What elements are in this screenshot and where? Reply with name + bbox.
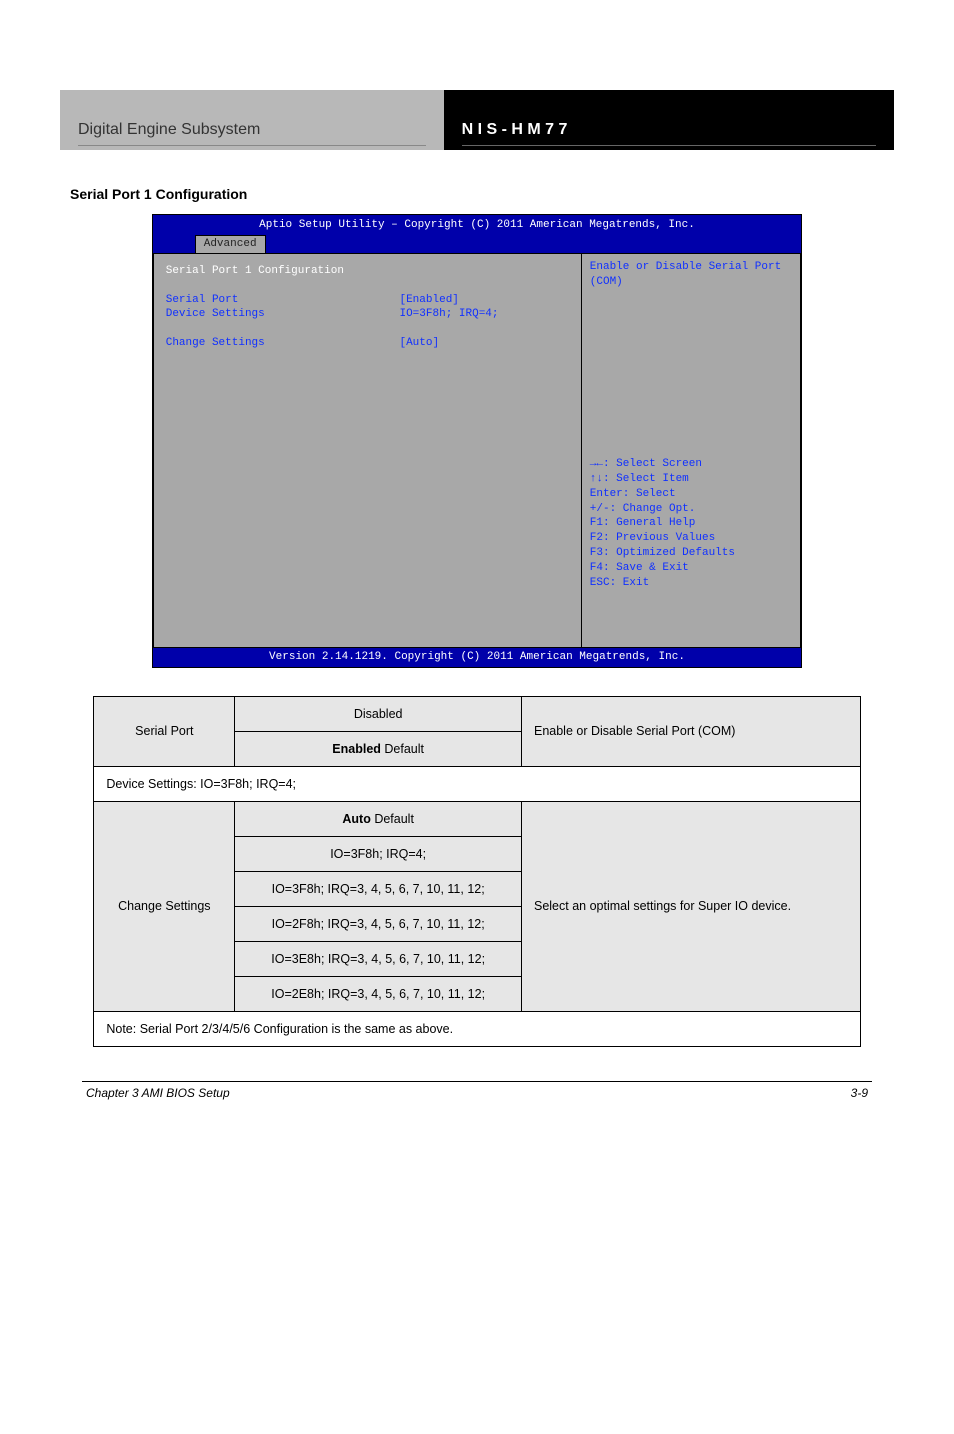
bios-help-line: F4: Save & Exit <box>590 561 792 576</box>
opt-device-settings: Device Settings: IO=3F8h; IRQ=4; <box>94 766 860 801</box>
opt-default-suffix2: Default <box>374 812 414 826</box>
bios-help-line: F2: Previous Values <box>590 531 792 546</box>
bios-tab-row: Advanced <box>153 233 802 253</box>
bios-row-device-settings: Device Settings IO=3F8h; IRQ=4; <box>166 307 569 322</box>
opt-note: Note: Serial Port 2/3/4/5/6 Configuratio… <box>94 1011 860 1046</box>
bios-help-line: ↑↓: Select Item <box>590 472 792 487</box>
opt-cs-4: IO=3E8h; IRQ=3, 4, 5, 6, 7, 10, 11, 12; <box>235 941 522 976</box>
bios-label: Change Settings <box>166 336 400 351</box>
bios-help-description: Enable or Disable Serial Port (COM) <box>590 260 792 290</box>
footer-right: 3-9 <box>851 1086 868 1100</box>
bios-right-pane: Enable or Disable Serial Port (COM) →←: … <box>581 253 801 648</box>
page-footer: Chapter 3 AMI BIOS Setup 3-9 <box>60 1082 894 1100</box>
footer-left: Chapter 3 AMI BIOS Setup <box>86 1086 230 1100</box>
opt-serial-port-label: Serial Port <box>94 696 235 766</box>
bios-value: [Enabled] <box>399 293 458 308</box>
opt-serial-port-enabled-default: Enabled Default <box>235 731 522 766</box>
bios-row-serial-port: Serial Port [Enabled] <box>166 293 569 308</box>
options-table: Serial Port Disabled Enable or Disable S… <box>93 696 860 1047</box>
opt-cs-2: IO=3F8h; IRQ=3, 4, 5, 6, 7, 10, 11, 12; <box>235 871 522 906</box>
opt-serial-port-desc: Enable or Disable Serial Port (COM) <box>521 696 860 766</box>
bios-screenshot: Aptio Setup Utility – Copyright (C) 2011… <box>152 214 803 668</box>
bios-help-line: ESC: Exit <box>590 576 792 591</box>
bios-label: Device Settings <box>166 307 400 322</box>
bios-footer: Version 2.14.1219. Copyright (C) 2011 Am… <box>153 648 802 667</box>
opt-cs-1: IO=3F8h; IRQ=4; <box>235 836 522 871</box>
opt-enabled-bold: Enabled <box>332 742 381 756</box>
bios-help-line: →←: Select Screen <box>590 457 792 472</box>
bios-pane-heading: Serial Port 1 Configuration <box>166 264 569 279</box>
bios-help-line: F3: Optimized Defaults <box>590 546 792 561</box>
bios-help-line: +/-: Change Opt. <box>590 502 792 517</box>
header-right-text: N I S - H M 7 7 <box>462 121 876 146</box>
opt-cs-desc: Select an optimal settings for Super IO … <box>521 801 860 1011</box>
opt-cs-auto-default: Auto Default <box>235 801 522 836</box>
bios-value: IO=3F8h; IRQ=4; <box>399 307 498 322</box>
section-title: Serial Port 1 Configuration <box>70 186 894 202</box>
bios-row-change-settings: Change Settings [Auto] <box>166 336 569 351</box>
header-right: N I S - H M 7 7 <box>444 90 894 150</box>
header-left-text: Digital Engine Subsystem <box>78 121 426 146</box>
bios-value: [Auto] <box>399 336 439 351</box>
opt-cs-5: IO=2E8h; IRQ=3, 4, 5, 6, 7, 10, 11, 12; <box>235 976 522 1011</box>
bios-title: Aptio Setup Utility – Copyright (C) 2011… <box>153 215 802 233</box>
opt-auto-bold: Auto <box>342 812 370 826</box>
bios-left-pane: Serial Port 1 Configuration Serial Port … <box>153 253 581 648</box>
bios-tab-advanced: Advanced <box>195 235 266 253</box>
bios-help-keys: →←: Select Screen ↑↓: Select Item Enter:… <box>590 367 792 641</box>
bios-label: Serial Port <box>166 293 400 308</box>
bios-help-line: Enter: Select <box>590 487 792 502</box>
bios-help-line: F1: General Help <box>590 516 792 531</box>
page-header: Digital Engine Subsystem N I S - H M 7 7 <box>60 90 894 150</box>
header-left: Digital Engine Subsystem <box>60 90 444 150</box>
opt-cs-3: IO=2F8h; IRQ=3, 4, 5, 6, 7, 10, 11, 12; <box>235 906 522 941</box>
opt-change-settings-label: Change Settings <box>94 801 235 1011</box>
opt-serial-port-disabled: Disabled <box>235 696 522 731</box>
opt-default-suffix: Default <box>384 742 424 756</box>
